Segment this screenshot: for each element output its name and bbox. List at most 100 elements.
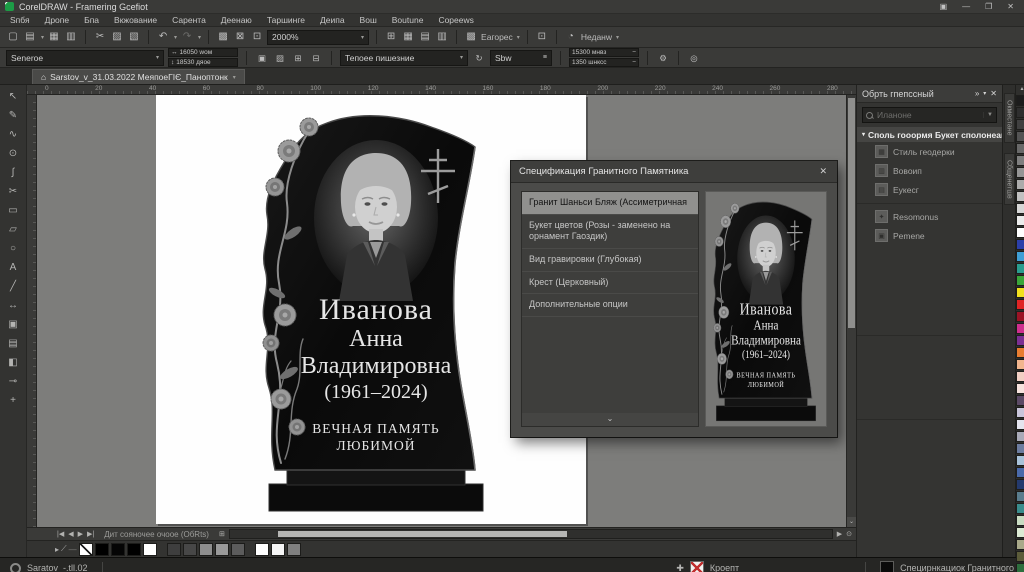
color-swatch[interactable] — [271, 543, 285, 556]
color-swatch[interactable] — [1016, 227, 1024, 238]
horizontal-scrollbar-thumb[interactable] — [278, 531, 567, 537]
view-grid-button[interactable]: ▦ — [401, 29, 415, 45]
color-picker-icon[interactable]: ⟋ — [61, 544, 67, 554]
copy-button[interactable]: ▨ — [110, 29, 124, 45]
color-swatch[interactable] — [1016, 299, 1024, 310]
vertical-scrollbar[interactable]: ⌄ — [846, 95, 856, 527]
publish-button[interactable]: ⊡ — [250, 29, 264, 45]
color-swatch[interactable] — [1016, 179, 1024, 190]
color-swatch[interactable] — [1016, 311, 1024, 322]
color-swatch[interactable] — [1016, 431, 1024, 442]
placeholder-tool[interactable]: ▤ — [3, 335, 23, 352]
color-swatch[interactable] — [1016, 455, 1024, 466]
preset-combo[interactable]: Seneroe ▾ — [6, 50, 164, 66]
color-swatch[interactable] — [1016, 335, 1024, 346]
color-swatch[interactable] — [231, 543, 245, 556]
color-swatch[interactable] — [1016, 383, 1024, 394]
scroll-right-button[interactable]: ▶ — [837, 530, 842, 538]
cut-button[interactable]: ✂ — [93, 29, 107, 45]
color-swatch[interactable] — [1016, 143, 1024, 154]
docker-item-style[interactable]: ▦ Стиль геодерки — [857, 142, 1002, 161]
color-swatch[interactable] — [1016, 107, 1024, 118]
prop-button-2[interactable]: ▨ — [273, 50, 287, 66]
docker-close-icon[interactable]: ✕ — [990, 89, 997, 98]
menu-object[interactable]: Сарента — [172, 15, 206, 25]
dialog-close-button[interactable]: ✕ — [817, 166, 829, 177]
text-tool[interactable]: A — [3, 259, 23, 276]
spec-scroll-down-button[interactable]: ⌄ — [522, 413, 698, 426]
maximize-button[interactable]: ❐ — [980, 2, 997, 11]
minimize-button[interactable]: — — [957, 2, 975, 11]
docker-item-pemene[interactable]: ▣ Pemene — [857, 226, 1002, 245]
rotate-icon[interactable]: ↻ — [472, 50, 486, 66]
palette-arrow-icon[interactable]: ▸ — [55, 545, 59, 554]
color-swatch[interactable] — [1016, 563, 1024, 572]
prop-button-3[interactable]: ⊞ — [291, 50, 305, 66]
color-swatch[interactable] — [1016, 119, 1024, 130]
drawing-viewport[interactable]: Иванова Анна Владимировна (1961–2024) ВЕ… — [27, 95, 856, 527]
palette-scroll-up-button[interactable]: ▴ — [1020, 85, 1023, 94]
width-field[interactable]: 15300 мнвз − — [569, 48, 639, 57]
color-swatch[interactable] — [127, 543, 141, 556]
navigator-expand-icon[interactable]: ⊞ — [219, 530, 225, 538]
spec-item-extra-options[interactable]: Дополнительные опции — [522, 294, 698, 317]
color-swatch[interactable] — [1016, 479, 1024, 490]
spec-item-bouquet[interactable]: Букет цветов (Розы - заменено на орнамен… — [522, 215, 698, 249]
height-field[interactable]: 1350 шнксс − — [569, 58, 639, 67]
docker-tab-1[interactable]: Окместане — [1004, 93, 1015, 143]
import-button[interactable]: ▩ — [216, 29, 230, 45]
color-swatch[interactable] — [1016, 395, 1024, 406]
menu-edit[interactable]: Дропе — [45, 15, 70, 25]
prop-button-1[interactable]: ▣ — [255, 50, 269, 66]
save-button[interactable]: ▦ — [47, 29, 61, 45]
color-swatch[interactable] — [1016, 407, 1024, 418]
mode-combo[interactable]: Тепоее пишезние ▾ — [340, 50, 468, 66]
docker-collapse-icon[interactable]: » — [975, 89, 979, 98]
horizontal-scrollbar[interactable] — [229, 529, 833, 539]
eyedropper-tool[interactable]: ⊸ — [3, 373, 23, 390]
menu-view[interactable]: Бпа — [84, 15, 99, 25]
height-minus-button[interactable]: − — [632, 59, 636, 66]
vertical-ruler[interactable] — [27, 95, 37, 527]
line-tool[interactable]: ╱ — [3, 278, 23, 295]
color-swatch[interactable] — [1016, 263, 1024, 274]
spec-item-cross[interactable]: Крест (Церковный) — [522, 272, 698, 295]
color-swatch[interactable] — [1016, 359, 1024, 370]
color-swatch[interactable] — [111, 543, 125, 556]
pick-tool[interactable]: ↖ — [3, 88, 23, 105]
color-swatch[interactable] — [143, 543, 157, 556]
dialog-title-bar[interactable]: Спецификация Гранитного Памятника ✕ — [511, 161, 837, 183]
color-swatch[interactable] — [255, 543, 269, 556]
color-swatch[interactable] — [183, 543, 197, 556]
open-caret-icon[interactable]: ▾ — [41, 34, 44, 41]
fullscreen-button[interactable]: ⊞ — [384, 29, 398, 45]
filter-icon[interactable]: ▼ — [983, 112, 993, 118]
more-tools-button[interactable]: + — [3, 392, 23, 409]
smear-tool[interactable]: ∿ — [3, 126, 23, 143]
docker-item-vovoip[interactable]: ▥ Вовоип — [857, 161, 1002, 180]
prop-button-4[interactable]: ⊟ — [309, 50, 323, 66]
snap-category-dropdown[interactable]: Еагорес — [481, 32, 513, 42]
color-swatch[interactable] — [1016, 539, 1024, 550]
ellipse-tool[interactable]: ○ — [3, 240, 23, 257]
view-guides-button[interactable]: ▥ — [435, 29, 449, 45]
color-swatch[interactable] — [1016, 527, 1024, 538]
fill-color-swatch[interactable] — [880, 561, 894, 572]
y-position-field[interactable]: ↕ 18530 дяое — [168, 58, 238, 67]
angle-field[interactable]: Sbw ≡ — [490, 50, 552, 66]
color-swatch[interactable] — [287, 543, 301, 556]
zoom-level-combo[interactable]: 2000% ▾ — [267, 30, 369, 45]
color-swatch[interactable] — [1016, 251, 1024, 262]
color-swatch[interactable] — [215, 543, 229, 556]
navigator-zoom-button[interactable]: ⊙ — [846, 530, 852, 538]
color-swatch[interactable] — [1016, 275, 1024, 286]
snap-grid-button[interactable]: ▩ — [464, 29, 478, 45]
color-swatch[interactable] — [1016, 95, 1024, 106]
spec-item-engraving[interactable]: Вид гравировки (Глубокая) — [522, 249, 698, 272]
document-tab[interactable]: ⌂ Sarstov_v_31.03.2022 МеяпоеГІЄ_Панопто… — [32, 69, 245, 84]
fill-tool[interactable]: ◧ — [3, 354, 23, 371]
last-page-button[interactable]: ▶| — [87, 530, 94, 538]
frame-tool[interactable]: ▣ — [3, 316, 23, 333]
menu-file[interactable]: Sпбя — [10, 15, 30, 25]
color-swatch[interactable] — [1016, 287, 1024, 298]
